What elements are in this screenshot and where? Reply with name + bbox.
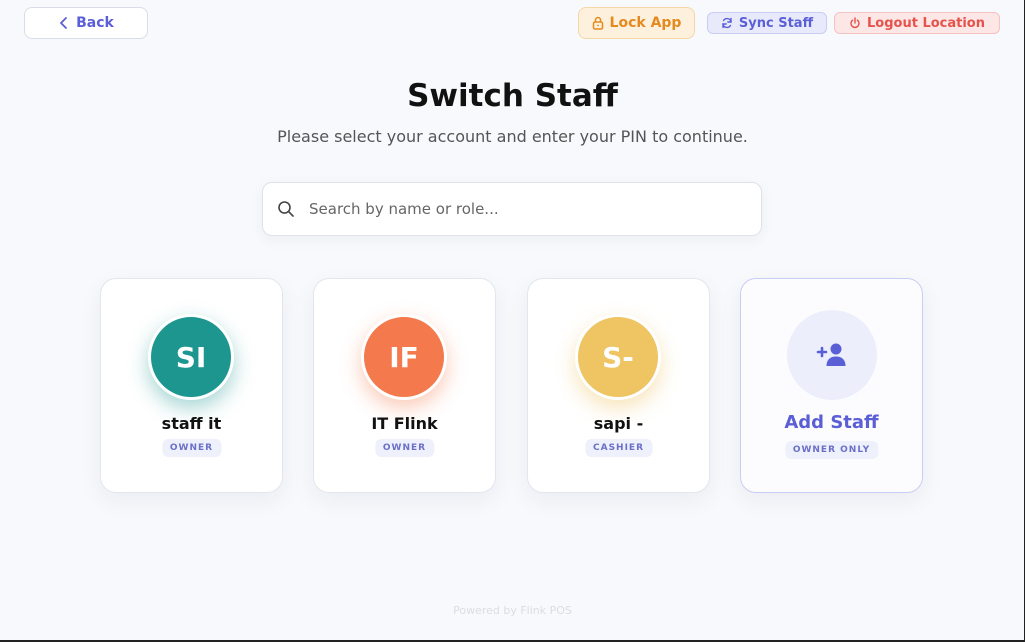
- page-subtitle: Please select your account and enter you…: [277, 127, 748, 146]
- logout-location-label: Logout Location: [867, 15, 985, 31]
- staff-card[interactable]: SI staff it OWNER: [100, 278, 283, 493]
- staff-name: IT Flink: [371, 414, 438, 433]
- top-bar: Back Lock App Sync Staff Logout Location: [0, 0, 1025, 48]
- chevron-left-icon: [60, 17, 68, 29]
- staff-card[interactable]: IF IT Flink OWNER: [313, 278, 496, 493]
- role-badge: OWNER: [161, 439, 222, 457]
- avatar: IF: [361, 314, 447, 400]
- logout-location-button[interactable]: Logout Location: [834, 12, 1000, 34]
- search-box: [262, 182, 762, 236]
- add-staff-card[interactable]: Add Staff OWNER ONLY: [740, 278, 923, 493]
- sync-staff-button[interactable]: Sync Staff: [707, 12, 827, 34]
- power-icon: [850, 17, 860, 29]
- lock-app-label: Lock App: [609, 15, 682, 31]
- staff-card[interactable]: S- sapi - CASHIER: [527, 278, 710, 493]
- sync-staff-label: Sync Staff: [738, 15, 814, 31]
- add-staff-circle: [787, 310, 877, 400]
- staff-name: sapi -: [593, 414, 644, 433]
- add-staff-label: Add Staff: [784, 412, 879, 433]
- user-plus-icon: [816, 343, 846, 366]
- lock-icon: [592, 16, 603, 30]
- role-badge: CASHIER: [584, 439, 653, 457]
- sync-icon: [722, 17, 732, 29]
- back-button[interactable]: Back: [24, 7, 148, 39]
- avatar: SI: [148, 314, 234, 400]
- role-badge: OWNER: [374, 439, 435, 457]
- page-title: Switch Staff: [407, 78, 618, 114]
- lock-app-button[interactable]: Lock App: [578, 7, 695, 39]
- staff-name: staff it: [161, 414, 222, 433]
- footer-powered-by: Powered by Flink POS: [453, 604, 572, 617]
- avatar: S-: [575, 314, 661, 400]
- back-label: Back: [76, 15, 114, 31]
- search-input[interactable]: [307, 199, 741, 219]
- search-icon: [278, 201, 294, 217]
- owner-only-badge: OWNER ONLY: [784, 441, 879, 459]
